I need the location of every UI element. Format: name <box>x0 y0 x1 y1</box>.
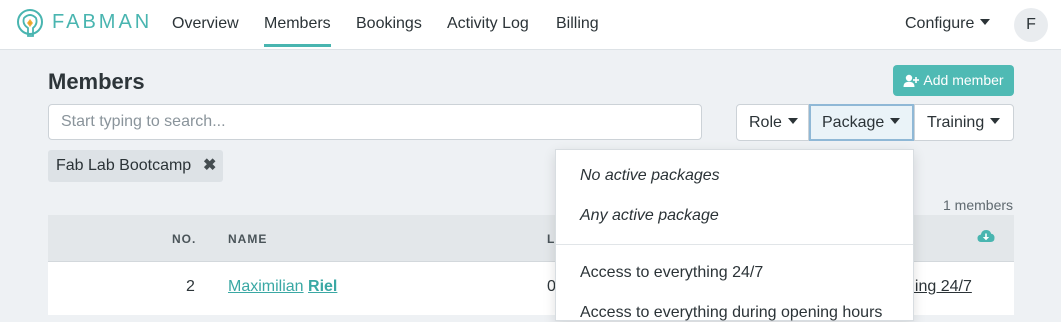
add-member-button[interactable]: Add member <box>893 65 1014 96</box>
training-filter-label: Training <box>927 114 985 131</box>
role-filter-label: Role <box>749 114 782 131</box>
caret-down-icon <box>980 19 991 25</box>
caret-down-icon <box>890 118 901 124</box>
training-filter-button[interactable]: Training <box>914 104 1014 141</box>
package-dropdown-menu: No active packages Any active package Ac… <box>555 149 914 321</box>
package-filter-label: Package <box>822 114 885 131</box>
caret-down-icon <box>990 118 1001 124</box>
column-header-name[interactable]: NAME <box>228 232 267 246</box>
user-plus-icon <box>903 74 920 87</box>
cloud-download-icon[interactable] <box>977 229 995 243</box>
search-input[interactable] <box>48 104 702 140</box>
dropdown-divider <box>556 244 913 245</box>
dropdown-option-package[interactable]: Access to everything 24/7 <box>580 264 763 282</box>
dropdown-option-no-active-packages[interactable]: No active packages <box>580 167 720 185</box>
nav-item-members[interactable]: Members <box>264 15 331 47</box>
active-filter-chip: Fab Lab Bootcamp ✖ <box>48 150 223 182</box>
nav-item-bookings[interactable]: Bookings <box>356 15 422 33</box>
nav-item-activity-log[interactable]: Activity Log <box>447 15 529 33</box>
brand-name[interactable]: FABMAN <box>52 11 152 34</box>
member-last-name: Riel <box>308 278 338 295</box>
nav-item-billing[interactable]: Billing <box>556 15 599 33</box>
member-package-link[interactable]: ning 24/7 <box>906 278 972 296</box>
add-member-label: Add member <box>923 72 1004 88</box>
configure-label: Configure <box>905 15 975 32</box>
fabman-logo-icon[interactable] <box>15 8 45 40</box>
page-title: Members <box>48 69 145 94</box>
chip-label: Fab Lab Bootcamp <box>56 157 192 174</box>
dropdown-option-any-active-package[interactable]: Any active package <box>580 207 719 225</box>
close-icon[interactable]: ✖ <box>203 150 216 182</box>
column-header-no[interactable]: NO. <box>172 232 196 246</box>
dropdown-option-package[interactable]: Access to everything during opening hour… <box>580 304 882 322</box>
package-filter-button[interactable]: Package <box>809 104 914 141</box>
configure-menu[interactable]: Configure <box>905 15 991 33</box>
avatar[interactable]: F <box>1014 8 1048 42</box>
member-name-link[interactable]: Maximilian Riel <box>228 278 337 296</box>
nav-item-overview[interactable]: Overview <box>172 15 239 33</box>
member-number: 2 <box>186 278 195 295</box>
member-count: 1 members <box>943 197 1014 213</box>
role-filter-button[interactable]: Role <box>736 104 809 141</box>
top-navigation-bar: FABMAN Overview Members Bookings Activit… <box>0 0 1061 50</box>
caret-down-icon <box>787 118 798 124</box>
member-first-name: Maximilian <box>228 278 304 295</box>
